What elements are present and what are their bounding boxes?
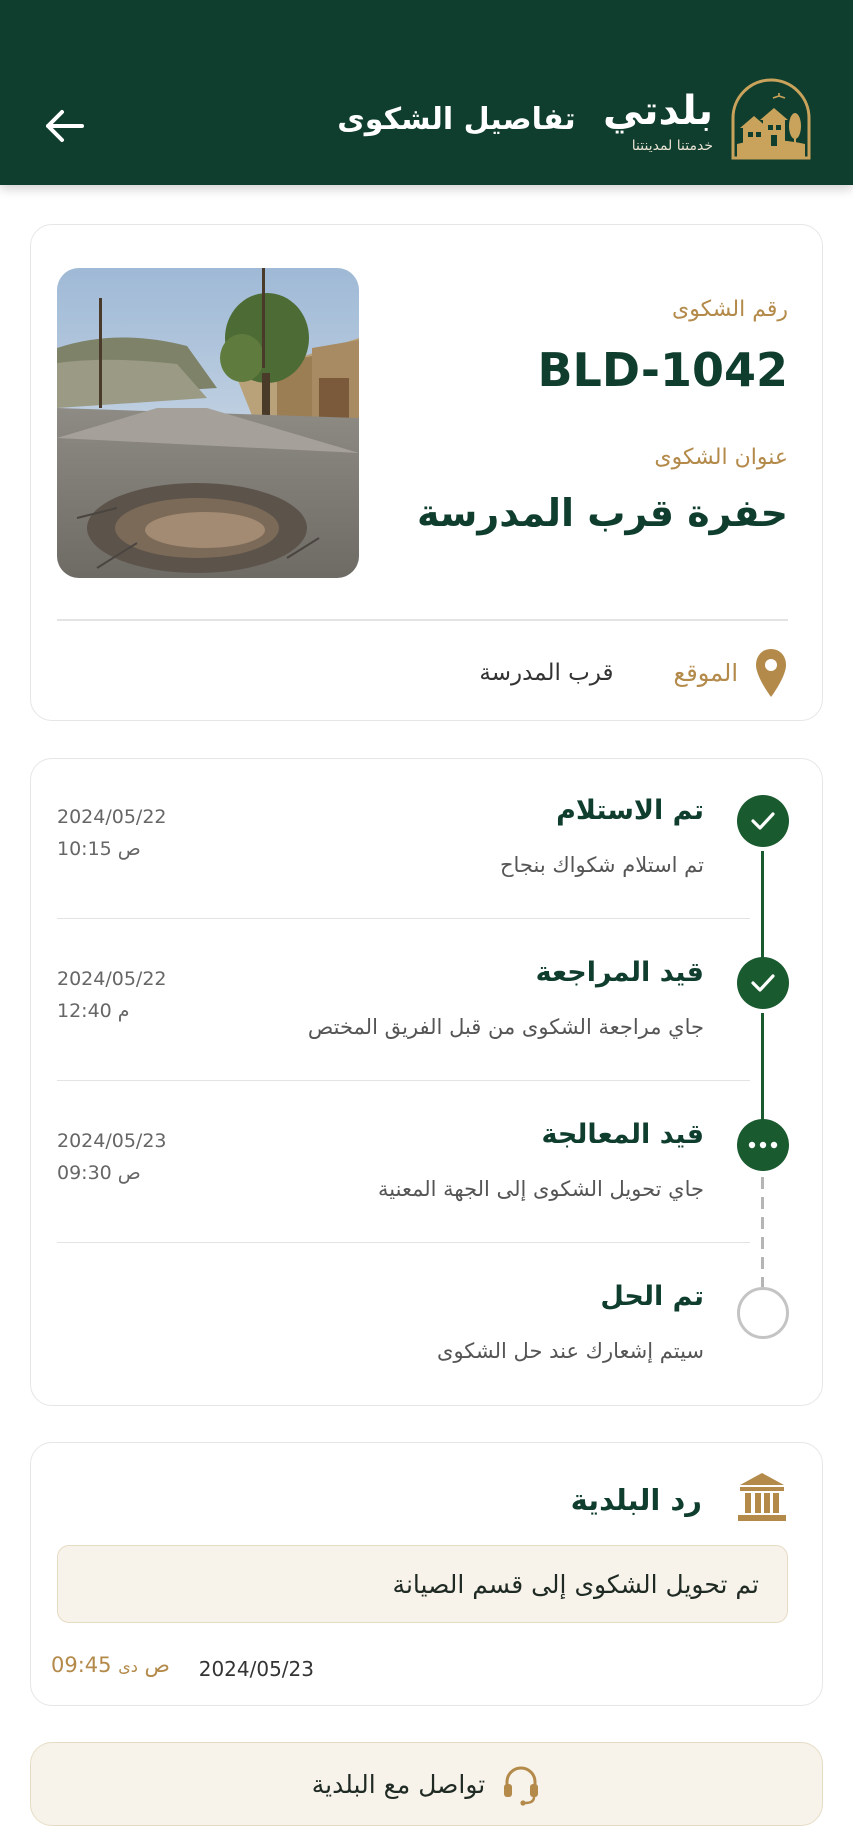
step-title: تم الاستلام <box>556 795 704 826</box>
step-divider <box>57 917 750 919</box>
location-row: الموقع قرب المدرسة <box>479 643 788 703</box>
reply-title: رد البلدية <box>570 1483 702 1517</box>
step-date: 2024/05/22 <box>57 806 167 828</box>
step-date: 2024/05/23 <box>57 1130 167 1152</box>
step-date: 2024/05/22 <box>57 968 167 990</box>
complaint-number-label: رقم الشكوى <box>672 297 788 322</box>
complaint-photo[interactable] <box>57 268 359 578</box>
step-datetime: 2024/05/22 10:15 ص <box>57 801 167 865</box>
complaint-info-card: رقم الشكوى BLD-1042 عنوان الشكوى حفرة قر… <box>30 224 823 721</box>
step-title: قيد المعالجة <box>541 1119 704 1150</box>
step-description: تم استلام شكواك بنجاح <box>499 853 704 877</box>
step-in-progress-indicator <box>737 1119 789 1171</box>
step-description: سيتم إشعارك عند حل الشكوى <box>437 1339 704 1363</box>
step-divider <box>57 1079 750 1081</box>
step-datetime: 2024/05/23 09:30 ص <box>57 1125 167 1189</box>
reply-time: 09:45 ص دى <box>51 1653 170 1677</box>
map-pin-icon <box>756 649 786 697</box>
complaint-number: BLD-1042 <box>537 343 788 397</box>
step-done-indicator <box>737 957 789 1009</box>
complaint-title-label: عنوان الشكوى <box>654 445 788 470</box>
complaint-title: حفرة قرب المدرسة <box>417 491 788 535</box>
check-icon <box>751 812 775 830</box>
step-time: 10:15 ص <box>57 838 141 860</box>
timeline-step: قيد المعالجة جاي تحويل الشكوى إلى الجهة … <box>31 1083 822 1243</box>
step-time: 12:40 م <box>57 1000 130 1022</box>
step-done-indicator <box>737 795 789 847</box>
status-timeline-card: تم الاستلام تم استلام شكواك بنجاح 2024/0… <box>30 758 823 1406</box>
municipality-building-icon <box>738 1473 786 1521</box>
contact-municipality-button[interactable]: تواصل مع البلدية <box>30 1742 823 1826</box>
headset-icon <box>504 1766 539 1806</box>
timeline-step: تم الاستلام تم استلام شكواك بنجاح 2024/0… <box>31 759 822 919</box>
reply-time-prefix: دى <box>118 1657 138 1676</box>
municipality-reply-card: رد البلدية تم تحويل الشكوى إلى قسم الصيا… <box>30 1442 823 1706</box>
reply-message: تم تحويل الشكوى إلى قسم الصيانة <box>57 1545 788 1623</box>
page-title: تفاصيل الشكوى <box>337 102 576 137</box>
more-dots-icon <box>748 1141 778 1149</box>
step-description: جاي مراجعة الشكوى من قبل الفريق المختص <box>307 1015 704 1039</box>
step-title: قيد المراجعة <box>535 957 704 988</box>
step-pending-indicator <box>737 1287 789 1339</box>
location-value: قرب المدرسة <box>479 660 614 686</box>
location-label: الموقع <box>673 659 739 687</box>
timeline-step: قيد المراجعة جاي مراجعة الشكوى من قبل ال… <box>31 921 822 1081</box>
app-header: بلدتي خدمتنا لمدينتنا تفاصيل الشكوى <box>0 0 853 185</box>
step-description: جاي تحويل الشكوى إلى الجهة المعنية <box>378 1177 704 1201</box>
arrow-left-icon <box>46 110 84 142</box>
step-title: تم الحل <box>600 1281 704 1312</box>
pothole-photo-image <box>57 268 359 578</box>
reply-date: 2024/05/23 <box>198 1657 314 1681</box>
back-button[interactable] <box>40 102 88 150</box>
divider <box>57 619 788 621</box>
contact-button-label: تواصل مع البلدية <box>311 1769 486 1799</box>
step-datetime: 2024/05/22 12:40 م <box>57 963 167 1027</box>
step-divider <box>57 1241 750 1243</box>
timeline-step: تم الحل سيتم إشعارك عند حل الشكوى <box>31 1245 822 1405</box>
step-time: 09:30 ص <box>57 1162 141 1184</box>
reply-time-value: 09:45 ص <box>51 1653 170 1677</box>
brand-tagline: خدمتنا لمدينتنا <box>631 138 713 154</box>
check-icon <box>751 974 775 992</box>
